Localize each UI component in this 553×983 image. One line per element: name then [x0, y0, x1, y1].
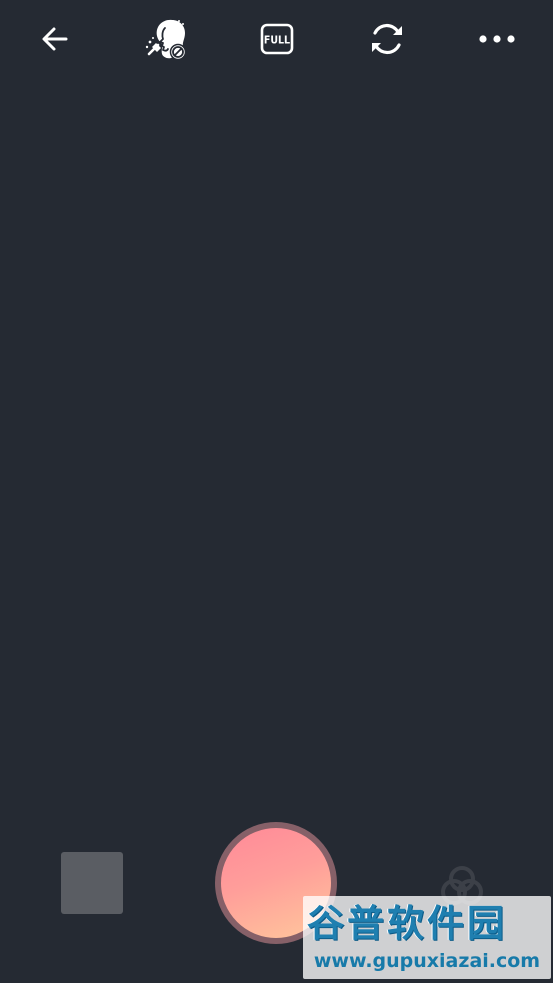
camera-viewfinder[interactable]: [0, 80, 553, 810]
face-retouch-off-icon: [145, 19, 187, 61]
full-ratio-icon: FULL: [260, 23, 294, 55]
more-horizontal-icon: [479, 35, 515, 43]
top-toolbar: FULL: [0, 0, 553, 80]
beauty-toggle-button[interactable]: [141, 14, 191, 64]
back-button[interactable]: [30, 14, 80, 64]
watermark-overlay: 谷普软件园 www.gupuxiazai.com: [303, 896, 551, 979]
gallery-thumbnail-button[interactable]: [61, 852, 123, 914]
switch-camera-button[interactable]: [362, 14, 412, 64]
arrow-left-icon: [42, 27, 68, 51]
camera-switch-icon: [372, 23, 402, 55]
more-options-button[interactable]: [472, 14, 522, 64]
camera-screen: FULL 谷普软件园 www.gupuxiazai.com: [0, 0, 553, 983]
watermark-url: www.gupuxiazai.com: [313, 950, 541, 972]
aspect-ratio-button[interactable]: FULL: [252, 14, 302, 64]
aspect-ratio-label: FULL: [264, 35, 290, 47]
watermark-title: 谷普软件园: [307, 902, 507, 945]
